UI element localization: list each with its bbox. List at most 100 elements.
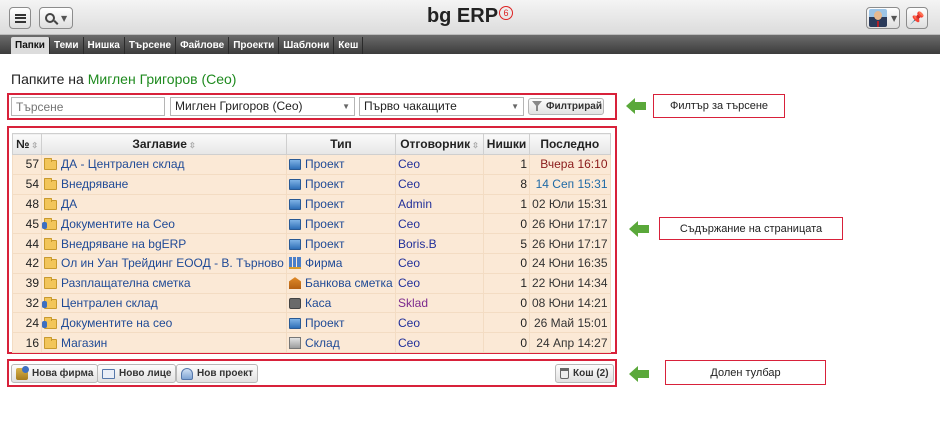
type-link[interactable]: Склад [305,336,340,350]
column-header-number[interactable]: № ⇳ [12,133,42,155]
row-type[interactable]: Проект [286,173,396,195]
tab-cache[interactable]: Кеш [334,37,364,54]
folder-link[interactable]: Внедряване на bgERP [61,237,186,251]
row-responsible[interactable]: Сео [395,332,484,353]
row-type[interactable]: Проект [286,233,396,254]
row-type[interactable]: Проект [286,213,396,235]
row-type[interactable]: Фирма [286,252,396,274]
trash-button[interactable]: Кош (2) [555,364,614,383]
row-title[interactable]: ДА [41,193,287,215]
type-link[interactable]: Проект [305,316,345,330]
tab-thread[interactable]: Нишка [84,37,125,54]
folder-link[interactable]: Централен склад [61,296,158,310]
row-threads: 1 [483,154,530,175]
folder-link[interactable]: Документите на Сео [61,217,175,231]
row-title[interactable]: Магазин [41,332,287,353]
funnel-icon [532,101,542,112]
table-row[interactable]: 39 Разплащателна сметка Банкова сметка Сео 1… [12,272,611,294]
column-header-title[interactable]: Заглавие ⇳ [41,133,287,155]
row-title[interactable]: Внедряване [41,173,287,195]
column-header-responsible[interactable]: Отговорник ⇳ [395,133,484,155]
table-row[interactable]: 48 ДА Проект Admin 1 02 Юли 15:31 [12,193,611,215]
row-title[interactable]: Документите на Сео [41,213,287,235]
row-threads: 1 [483,193,530,215]
table-row[interactable]: 44 Внедряване на bgERP Проект Boris.B 5 26 Юн… [12,233,611,254]
row-type[interactable]: Проект [286,154,396,175]
tab-search[interactable]: Търсене [125,37,177,54]
row-responsible[interactable]: Sklad [395,292,484,314]
type-link[interactable]: Каса [305,296,331,310]
row-responsible[interactable]: Сео [395,173,484,195]
table-row[interactable]: 45 Документите на Сео Проект Сео 0 26 Юни 17:… [12,213,611,235]
row-number: 39 [12,272,42,294]
row-threads: 0 [483,292,530,314]
folder-link[interactable]: Документите на сео [61,316,172,330]
row-title[interactable]: Централен склад [41,292,287,314]
folder-link[interactable]: ДА [61,197,77,211]
type-link[interactable]: Проект [305,197,345,211]
row-title[interactable]: Документите на сео [41,312,287,334]
tab-topics[interactable]: Теми [50,37,84,54]
tab-files[interactable]: Файлове [176,37,230,54]
row-last: 24 Юни 16:35 [529,252,611,274]
folder-link[interactable]: Магазин [61,336,107,350]
type-link[interactable]: Проект [305,217,345,231]
row-responsible[interactable]: Сео [395,252,484,274]
row-type[interactable]: Проект [286,193,396,215]
row-type[interactable]: Каса [286,292,396,314]
page-title-owner[interactable]: Миглен Григоров (Сео) [88,71,237,87]
folder-icon [44,158,57,171]
row-responsible[interactable]: Сео [395,312,484,334]
row-last: 24 Апр 14:27 [529,332,611,353]
type-link[interactable]: Банкова сметка [305,276,393,290]
folders-table: № ⇳ Заглавие ⇳ Тип Отговорник ⇳ Нишки После… [12,133,611,353]
table-header-row: № ⇳ Заглавие ⇳ Тип Отговорник ⇳ Нишки После… [12,133,611,155]
row-last: 22 Юни 14:34 [529,272,611,294]
user-menu-button[interactable]: ▼ [866,7,900,29]
table-row[interactable]: 16 Магазин Склад Сео 0 24 Апр 14:27 [12,332,611,353]
table-row[interactable]: 42 Ол ин Уан Трейдинг ЕООД - В. Търново Фи… [12,252,611,274]
new-company-label: Нова фирма [32,368,94,379]
notification-badge[interactable]: 6 [499,6,514,20]
search-input[interactable] [11,97,165,116]
folder-link[interactable]: Разплащателна сметка [61,276,191,290]
bank-icon [289,277,301,290]
type-link[interactable]: Проект [305,157,345,171]
tab-folders[interactable]: Папки [11,37,50,54]
row-responsible[interactable]: Сео [395,154,484,175]
row-title[interactable]: Внедряване на bgERP [41,233,287,254]
type-link[interactable]: Проект [305,177,345,191]
table-row[interactable]: 32 Централен склад Каса Sklad 0 08 Юни 14:21 [12,292,611,314]
row-last: 26 Юни 17:17 [529,213,611,235]
folder-link[interactable]: Ол ин Уан Трейдинг ЕООД - В. Търново [61,256,284,270]
row-title[interactable]: Разплащателна сметка [41,272,287,294]
order-select[interactable]: Първо чакащите ▼ [359,97,524,116]
row-type[interactable]: Банкова сметка [286,272,396,294]
row-type[interactable]: Проект [286,312,396,334]
table-row[interactable]: 24 Документите на сео Проект Сео 0 26 Май 15:… [12,312,611,334]
row-type[interactable]: Склад [286,332,396,353]
row-title[interactable]: ДА - Централен склад [41,154,287,175]
new-project-button[interactable]: Нов проект [176,364,258,383]
table-row[interactable]: 54 Внедряване Проект Сео 8 14 Сеп 15:31 [12,173,611,195]
table-row[interactable]: 57 ДА - Централен склад Проект Сео 1 Вчера 16… [12,154,611,175]
new-company-button[interactable]: Нова фирма [11,364,99,383]
row-responsible[interactable]: Сео [395,213,484,235]
type-link[interactable]: Проект [305,237,345,251]
folder-link[interactable]: ДА - Централен склад [61,157,185,171]
new-person-button[interactable]: Ново лице [97,364,177,383]
pin-button[interactable]: 📌 [906,7,928,29]
folder-icon [44,277,57,290]
folder-link[interactable]: Внедряване [61,177,128,191]
row-responsible[interactable]: Boris.B [395,233,484,254]
row-responsible[interactable]: Сео [395,272,484,294]
row-responsible[interactable]: Admin [395,193,484,215]
tab-templates[interactable]: Шаблони [279,37,335,54]
filter-button[interactable]: Филтрирай [528,98,604,115]
tab-projects[interactable]: Проекти [229,37,280,54]
new-person-label: Ново лице [119,368,172,379]
row-number: 32 [12,292,42,314]
type-link[interactable]: Фирма [305,256,342,270]
row-title[interactable]: Ол ин Уан Трейдинг ЕООД - В. Търново [41,252,287,274]
user-select[interactable]: Миглен Григоров (Сео) ▼ [170,97,355,116]
